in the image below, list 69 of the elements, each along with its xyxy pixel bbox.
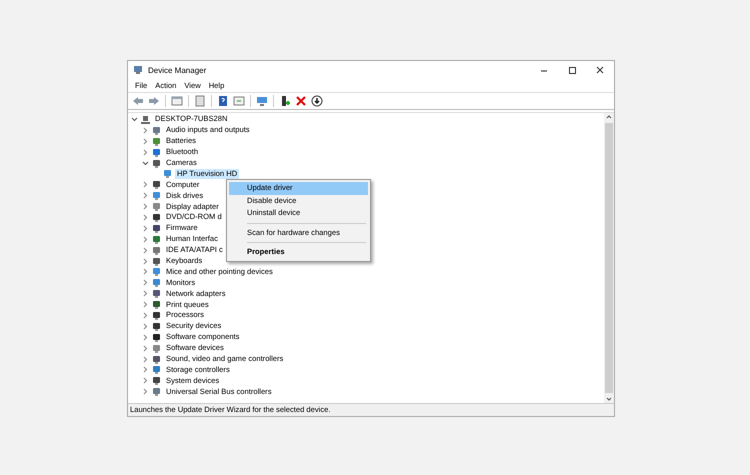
monitor-icon[interactable] [256,95,268,107]
expand-icon[interactable] [142,344,149,352]
app-icon [133,65,143,76]
device-icon [152,148,161,157]
expand-icon[interactable] [142,181,149,188]
scrollbar[interactable] [604,113,614,403]
device-icon [152,278,161,288]
sheet-icon[interactable] [194,95,206,107]
computer-icon [141,114,150,124]
expand-icon[interactable] [142,388,149,396]
device-plus-icon[interactable] [279,95,291,107]
device-icon [152,267,161,276]
delete-icon[interactable] [295,95,307,107]
device-icon [152,332,161,342]
scroll-thumb[interactable] [605,123,613,393]
expand-icon[interactable] [142,214,149,221]
expand-icon[interactable] [142,356,149,363]
device-icon [152,126,161,135]
device-icon [152,300,161,310]
expand-icon[interactable] [142,312,149,319]
maximize-icon[interactable] [567,66,577,75]
expand-icon[interactable] [142,366,149,374]
window-icon[interactable] [233,95,245,107]
expand-icon[interactable] [142,322,149,330]
device-icon [152,310,161,320]
device-icon [152,322,161,331]
window-icon[interactable] [171,95,183,107]
device-icon [152,224,161,233]
device-icon [163,169,172,178]
device-icon [152,289,161,298]
help-icon[interactable] [217,95,229,107]
expand-icon[interactable] [142,236,149,243]
expand-icon[interactable] [142,148,149,156]
scroll-down-icon[interactable] [606,395,612,403]
forward-arrow-icon[interactable] [148,95,160,107]
device-icon [152,180,161,190]
expand-icon[interactable] [142,203,149,210]
device-icon [152,376,161,386]
collapse-icon[interactable] [131,116,138,123]
expand-icon[interactable] [142,290,149,298]
collapse-icon[interactable] [142,160,149,166]
expand-icon[interactable] [142,334,149,341]
device-icon [152,191,161,200]
device-icon [152,136,161,146]
close-icon[interactable] [595,66,605,75]
expand-icon[interactable] [142,377,149,384]
device-icon [152,202,161,212]
download-icon[interactable] [311,95,323,107]
device-icon [152,344,161,353]
expand-icon[interactable] [142,138,149,145]
expand-icon[interactable] [142,279,149,286]
expand-icon[interactable] [142,268,149,276]
device-icon [152,246,161,255]
device-icon [152,354,161,364]
expand-icon[interactable] [142,224,149,232]
device-icon [152,158,161,168]
device-icon [152,212,161,222]
device-icon [152,234,161,244]
device-icon [152,256,161,266]
expand-icon[interactable] [142,192,149,200]
expand-icon[interactable] [142,246,149,254]
expand-icon[interactable] [142,258,149,265]
expand-icon[interactable] [142,126,149,134]
expand-icon[interactable] [142,301,149,308]
back-arrow-icon[interactable] [132,95,144,107]
window-title: Device Manager [148,64,206,76]
device-icon [152,365,161,374]
scroll-up-icon[interactable] [606,113,612,121]
device-icon [152,387,161,396]
